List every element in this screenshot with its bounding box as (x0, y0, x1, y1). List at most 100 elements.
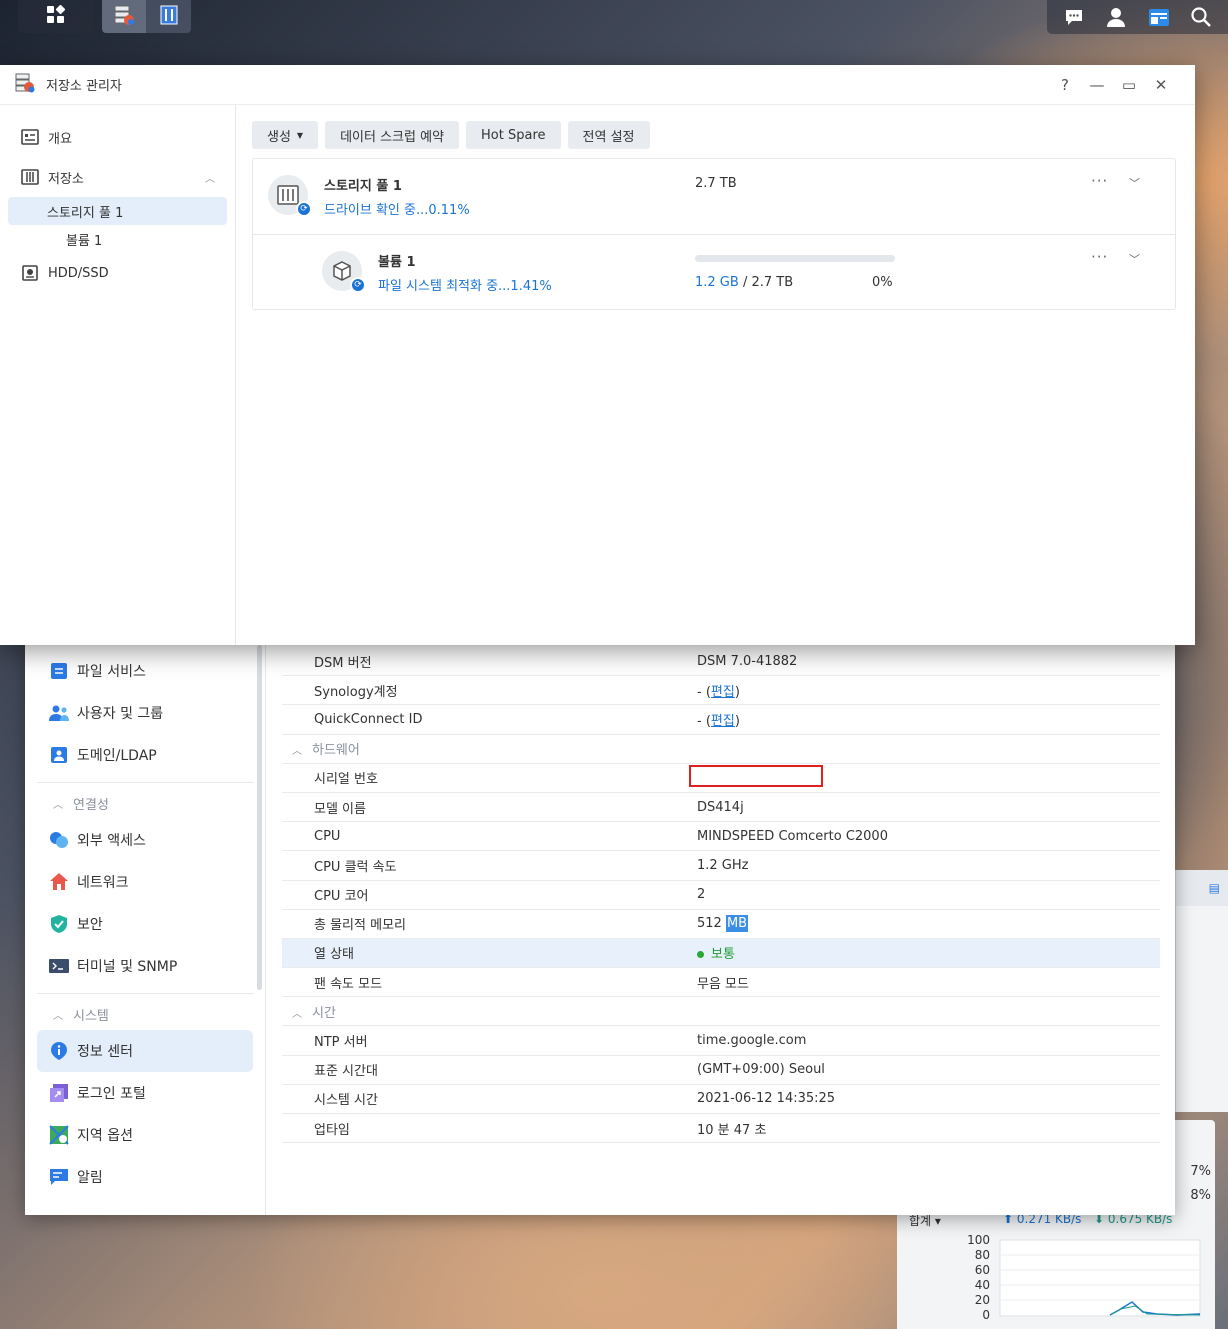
domain-icon (49, 745, 69, 765)
sidebar-item-notifications[interactable]: 알림 (37, 1156, 253, 1198)
sidebar-item-file-services[interactable]: 파일 서비스 (37, 650, 253, 692)
volume-percent: 0% (872, 275, 893, 290)
row-value: 2 (697, 887, 706, 903)
chevron-down-icon[interactable]: ﹀ (1129, 251, 1140, 267)
table-row: Synology계정 - (편집) (282, 676, 1160, 706)
sidebar-item-regional-options[interactable]: 지역 옵션 (37, 1114, 253, 1156)
chevron-down-icon[interactable]: ﹀ (1129, 175, 1140, 191)
sidebar-label: 저장소 (48, 171, 84, 187)
sidebar-item-network[interactable]: 네트워크 (37, 861, 253, 903)
edit-synology-account-link[interactable]: 편집 (711, 685, 735, 700)
sidebar-item-login-portal[interactable]: 로그인 포털 (37, 1072, 253, 1114)
create-dropdown-button[interactable]: 생성 ▼ (252, 121, 319, 149)
main-menu-button[interactable] (18, 0, 94, 33)
table-row: 시스템 시간 2021-06-12 14:35:25 (282, 1085, 1160, 1114)
table-row: 모델 이름 DS414j (282, 793, 1160, 823)
sidebar-label: 볼륨 1 (66, 233, 103, 249)
sidebar-item-storage-pool-1[interactable]: 스토리지 풀 1 (8, 197, 227, 225)
row-label: CPU 클럭 속도 (314, 859, 397, 875)
section-header-hardware[interactable]: ︿ 하드웨어 (282, 735, 1160, 764)
sidebar-section-system[interactable]: ︿ 시스템 (37, 998, 253, 1030)
sidebar-item-info-center[interactable]: 정보 센터 (37, 1030, 253, 1072)
sidebar-label: 스토리지 풀 1 (47, 205, 124, 221)
overview-icon (20, 129, 40, 145)
volume-name: 볼륨 1 (378, 255, 416, 270)
sidebar-item-hdd-ssd[interactable]: HDD/SSD (8, 253, 227, 293)
info-center-table: DSM 버전 DSM 7.0-41882 Synology계정 - (편집) Q… (282, 647, 1160, 1144)
sidebar-label: 도메인/LDAP (77, 748, 157, 764)
search-icon[interactable] (1188, 4, 1214, 30)
table-row: 업타임 10 분 47 초 (282, 1114, 1160, 1144)
window-title: 저장소 관리자 (46, 79, 122, 94)
shield-icon (49, 914, 69, 934)
sidebar-item-users-groups[interactable]: 사용자 및 그룹 (37, 692, 253, 734)
row-label: 시리얼 번호 (314, 772, 378, 788)
sidebar-label: 개요 (48, 131, 72, 147)
volume-row[interactable]: ⟳ 볼륨 1 파일 시스템 최적화 중...1.41% 1.2 GB / 2.7… (253, 234, 1175, 309)
row-label: 총 물리적 메모리 (314, 918, 406, 934)
volume-status: 파일 시스템 최적화 중...1.41% (378, 279, 552, 294)
row-label: CPU 코어 (314, 889, 369, 905)
storage-manager-icon (112, 3, 136, 31)
chevron-up-icon[interactable]: ︿ (205, 170, 215, 185)
external-access-icon (49, 830, 69, 850)
close-icon[interactable]: ✕ (1145, 73, 1177, 97)
user-icon[interactable] (1103, 4, 1129, 30)
y-tick-label: 20 (975, 1293, 990, 1307)
storage-sidebar: 개요 저장소 ︿ 스토리지 풀 1 볼륨 1 HDD/SSD (0, 105, 236, 645)
table-row: DSM 버전 DSM 7.0-41882 (282, 647, 1160, 677)
login-portal-icon (49, 1083, 69, 1103)
row-label: NTP 서버 (314, 1035, 368, 1051)
network-icon (49, 872, 69, 892)
global-settings-button[interactable]: 전역 설정 (567, 121, 650, 149)
section-header-time[interactable]: ︿ 시간 (282, 997, 1160, 1027)
window-titlebar[interactable]: 저장소 관리자 ? — ▭ ✕ (0, 65, 1195, 105)
y-tick-label: 40 (975, 1278, 990, 1292)
notification-icon (49, 1167, 69, 1187)
sidebar-item-storage[interactable]: 저장소 ︿ (8, 157, 227, 197)
help-icon[interactable]: ? (1049, 73, 1081, 97)
sidebar-item-volume-1[interactable]: 볼륨 1 (8, 225, 227, 253)
taskbar-control-panel[interactable] (146, 0, 191, 33)
edit-quickconnect-link[interactable]: 편집 (711, 714, 735, 729)
sidebar-section-connectivity[interactable]: ︿ 연결성 (37, 787, 253, 819)
row-label: DSM 버전 (314, 655, 372, 671)
sidebar-label: 정보 센터 (77, 1044, 133, 1060)
widgets-icon[interactable] (1146, 4, 1172, 30)
more-options-icon[interactable]: ··· (1091, 172, 1108, 190)
table-row: QuickConnect ID - (편집) (282, 705, 1160, 735)
chat-icon[interactable] (1061, 4, 1087, 30)
value-prefix: - ( (697, 684, 711, 700)
widget-header: ▤ (1176, 870, 1228, 906)
sidebar-scrollbar[interactable] (257, 645, 262, 990)
section-label: 시간 (312, 1005, 336, 1021)
cpu-percent: 7% (1190, 1164, 1211, 1179)
row-value: 2021-06-12 14:35:25 (697, 1091, 836, 1107)
hot-spare-button[interactable]: Hot Spare (466, 121, 561, 149)
maximize-icon[interactable]: ▭ (1113, 73, 1145, 97)
taskbar-storage-manager[interactable] (102, 0, 146, 33)
sidebar-item-external-access[interactable]: 외부 액세스 (37, 819, 253, 861)
table-row-selected: 열 상태 보통 (282, 938, 1160, 969)
memory-unit-selected: MB (725, 915, 749, 933)
button-label: 전역 설정 (582, 129, 635, 145)
sync-icon: ⟳ (296, 201, 312, 217)
toolbar: 생성 ▼ 데이터 스크럽 예약 Hot Spare 전역 설정 (252, 121, 1176, 149)
row-label: 팬 속도 모드 (314, 976, 383, 992)
pool-size: 2.7 TB (695, 176, 737, 191)
memory-percent: 8% (1190, 1188, 1211, 1203)
button-label: Hot Spare (481, 127, 546, 143)
minimize-icon[interactable]: — (1081, 73, 1113, 97)
widget-settings-icon[interactable]: ▤ (1209, 881, 1220, 895)
storage-manager-icon (14, 72, 36, 98)
button-label: 생성 (267, 129, 291, 145)
data-scrub-schedule-button[interactable]: 데이터 스크럽 예약 (325, 121, 460, 149)
regional-options-icon (49, 1125, 69, 1145)
storage-pool-row[interactable]: ⟳ 스토리지 풀 1 드라이브 확인 중...0.11% 2.7 TB ··· … (253, 159, 1175, 234)
more-options-icon[interactable]: ··· (1091, 248, 1108, 266)
y-tick-label: 80 (975, 1248, 990, 1262)
sidebar-item-security[interactable]: 보안 (37, 903, 253, 945)
sidebar-item-domain-ldap[interactable]: 도메인/LDAP (37, 734, 253, 776)
sidebar-item-overview[interactable]: 개요 (8, 117, 227, 157)
sidebar-item-terminal-snmp[interactable]: 터미널 및 SNMP (37, 945, 253, 987)
